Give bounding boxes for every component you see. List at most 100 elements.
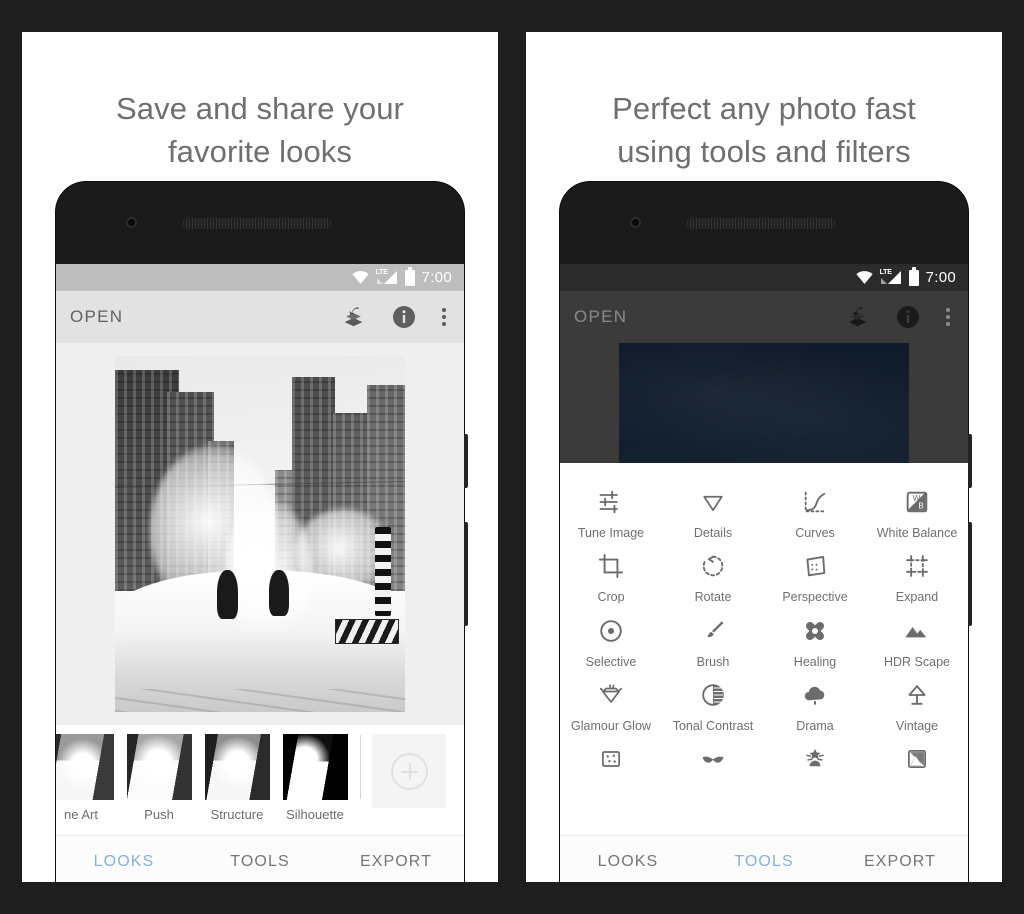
screenshot-stage: Save and share your favorite looks LTE 7… (0, 0, 1024, 914)
tab-looks[interactable]: LOOKS (560, 853, 696, 871)
tab-export[interactable]: EXPORT (832, 853, 968, 871)
tool-black-and-white[interactable] (866, 734, 968, 783)
look-label: Push (144, 807, 174, 822)
curves-icon (766, 484, 864, 520)
tool-drama[interactable]: Drama (764, 670, 866, 734)
tab-tools[interactable]: TOOLS (192, 853, 328, 871)
tool-label: Tonal Contrast (672, 718, 754, 733)
tool-rotate[interactable]: Rotate (662, 541, 764, 605)
look-preview-image (56, 734, 114, 800)
look-label: Silhouette (286, 807, 344, 822)
battery-icon (404, 266, 415, 286)
white-balance-icon: W B (868, 484, 966, 520)
look-preview-image (204, 734, 270, 800)
tool-vintage[interactable]: Vintage (866, 670, 968, 734)
promo-card-looks: Save and share your favorite looks LTE 7… (22, 32, 498, 882)
tool-curves[interactable]: Curves (764, 477, 866, 541)
tool-grainy-film[interactable] (560, 734, 662, 783)
stack-undo-icon[interactable] (845, 305, 870, 330)
open-button[interactable]: OPEN (574, 307, 627, 327)
tab-tools[interactable]: TOOLS (696, 853, 832, 871)
tool-expand[interactable]: Expand (866, 541, 968, 605)
rotate-icon (664, 548, 762, 584)
status-bar: LTE 7:00 (560, 264, 968, 291)
page-title: Perfect any photo fast using tools and f… (526, 88, 1002, 174)
phone-bezel-top (560, 182, 968, 264)
headline-line-1: Perfect any photo fast (612, 91, 916, 126)
tool-label: White Balance (876, 526, 958, 540)
tab-looks[interactable]: LOOKS (56, 853, 192, 871)
status-bar: LTE 7:00 (56, 264, 464, 291)
look-thumbnail[interactable]: Structure (198, 734, 276, 822)
tool-tonal-contrast[interactable]: Tonal Contrast (662, 670, 764, 734)
phone-bezel-top (56, 182, 464, 264)
tool-hdr-scape[interactable]: HDR Scape (866, 606, 968, 670)
edited-photo (115, 356, 405, 712)
tool-label: Curves (795, 526, 835, 540)
app-bar: OPEN (56, 291, 464, 343)
overflow-menu-icon[interactable] (946, 308, 950, 326)
tools-row: Crop Rotate Perspective Expand (560, 541, 968, 605)
wifi-icon (351, 271, 369, 284)
brush-icon (664, 613, 762, 649)
add-look-button[interactable] (372, 734, 446, 808)
tool-tune-image[interactable]: Tune Image (560, 477, 662, 541)
photo-canvas-dimmed[interactable] (560, 343, 968, 463)
tools-row (560, 734, 968, 783)
look-thumbnail[interactable]: Push (120, 734, 198, 822)
tool-label: Drama (796, 718, 834, 733)
status-bar-clock: 7:00 (925, 269, 956, 286)
tool-label: HDR Scape (884, 654, 950, 669)
tool-grunge[interactable] (764, 734, 866, 783)
stack-undo-icon[interactable] (341, 305, 366, 330)
tool-label: Brush (696, 654, 730, 669)
info-icon[interactable] (896, 305, 920, 329)
headline-line-2: using tools and filters (617, 133, 911, 169)
tool-label: Glamour Glow (571, 718, 651, 733)
tools-row: Selective Brush Healing HDR Scape (560, 606, 968, 670)
lte-signal-icon: LTE (376, 269, 398, 285)
mountains-icon (868, 613, 966, 649)
photo-canvas[interactable] (56, 343, 464, 725)
black-and-white-icon (868, 741, 966, 777)
tool-details[interactable]: Details (662, 477, 764, 541)
tool-label: Vintage (895, 718, 939, 733)
triangle-down-icon (664, 484, 762, 520)
phone-screen-right: LTE 7:00 OPEN Tune Image Details Curves … (560, 264, 968, 882)
looks-filmstrip[interactable]: ne Art Push Structure Silhouette (56, 725, 464, 833)
overflow-menu-icon[interactable] (442, 308, 446, 326)
tool-label: Rotate (694, 590, 732, 605)
healing-bandage-icon (766, 613, 864, 649)
look-thumbnail[interactable]: Silhouette (276, 734, 354, 822)
info-icon[interactable] (392, 305, 416, 329)
plus-icon (390, 752, 428, 790)
promo-card-tools: Perfect any photo fast using tools and f… (526, 32, 1002, 882)
tool-white-balance[interactable]: W B White Balance (866, 477, 968, 541)
headline-line-2: favorite looks (167, 133, 353, 169)
tool-perspective[interactable]: Perspective (764, 541, 866, 605)
tool-label: Perspective (782, 590, 848, 605)
target-dot-icon (562, 613, 660, 649)
app-bar-actions (341, 305, 450, 330)
half-circle-icon (664, 677, 762, 713)
tool-label: Expand (895, 590, 939, 605)
tool-crop[interactable]: Crop (560, 541, 662, 605)
tool-selective[interactable]: Selective (560, 606, 662, 670)
look-thumbnail[interactable]: ne Art (56, 734, 120, 822)
tool-healing[interactable]: Healing (764, 606, 866, 670)
app-bar: OPEN (560, 291, 968, 343)
tools-row: Tune Image Details Curves W B White Bala… (560, 477, 968, 541)
open-button[interactable]: OPEN (70, 307, 123, 327)
grainy-film-icon (562, 741, 660, 777)
expand-icon (868, 548, 966, 584)
tool-retrolux[interactable] (662, 734, 764, 783)
earpiece-speaker (183, 218, 331, 229)
page-title: Save and share your favorite looks (22, 88, 498, 174)
tool-brush[interactable]: Brush (662, 606, 764, 670)
bottom-tab-bar: LOOKS TOOLS EXPORT (56, 835, 464, 882)
tool-glamour-glow[interactable]: Glamour Glow (560, 670, 662, 734)
front-camera-icon (627, 214, 644, 231)
tab-export[interactable]: EXPORT (328, 853, 464, 871)
svg-text:B: B (918, 502, 924, 511)
look-label: ne Art (64, 807, 98, 822)
